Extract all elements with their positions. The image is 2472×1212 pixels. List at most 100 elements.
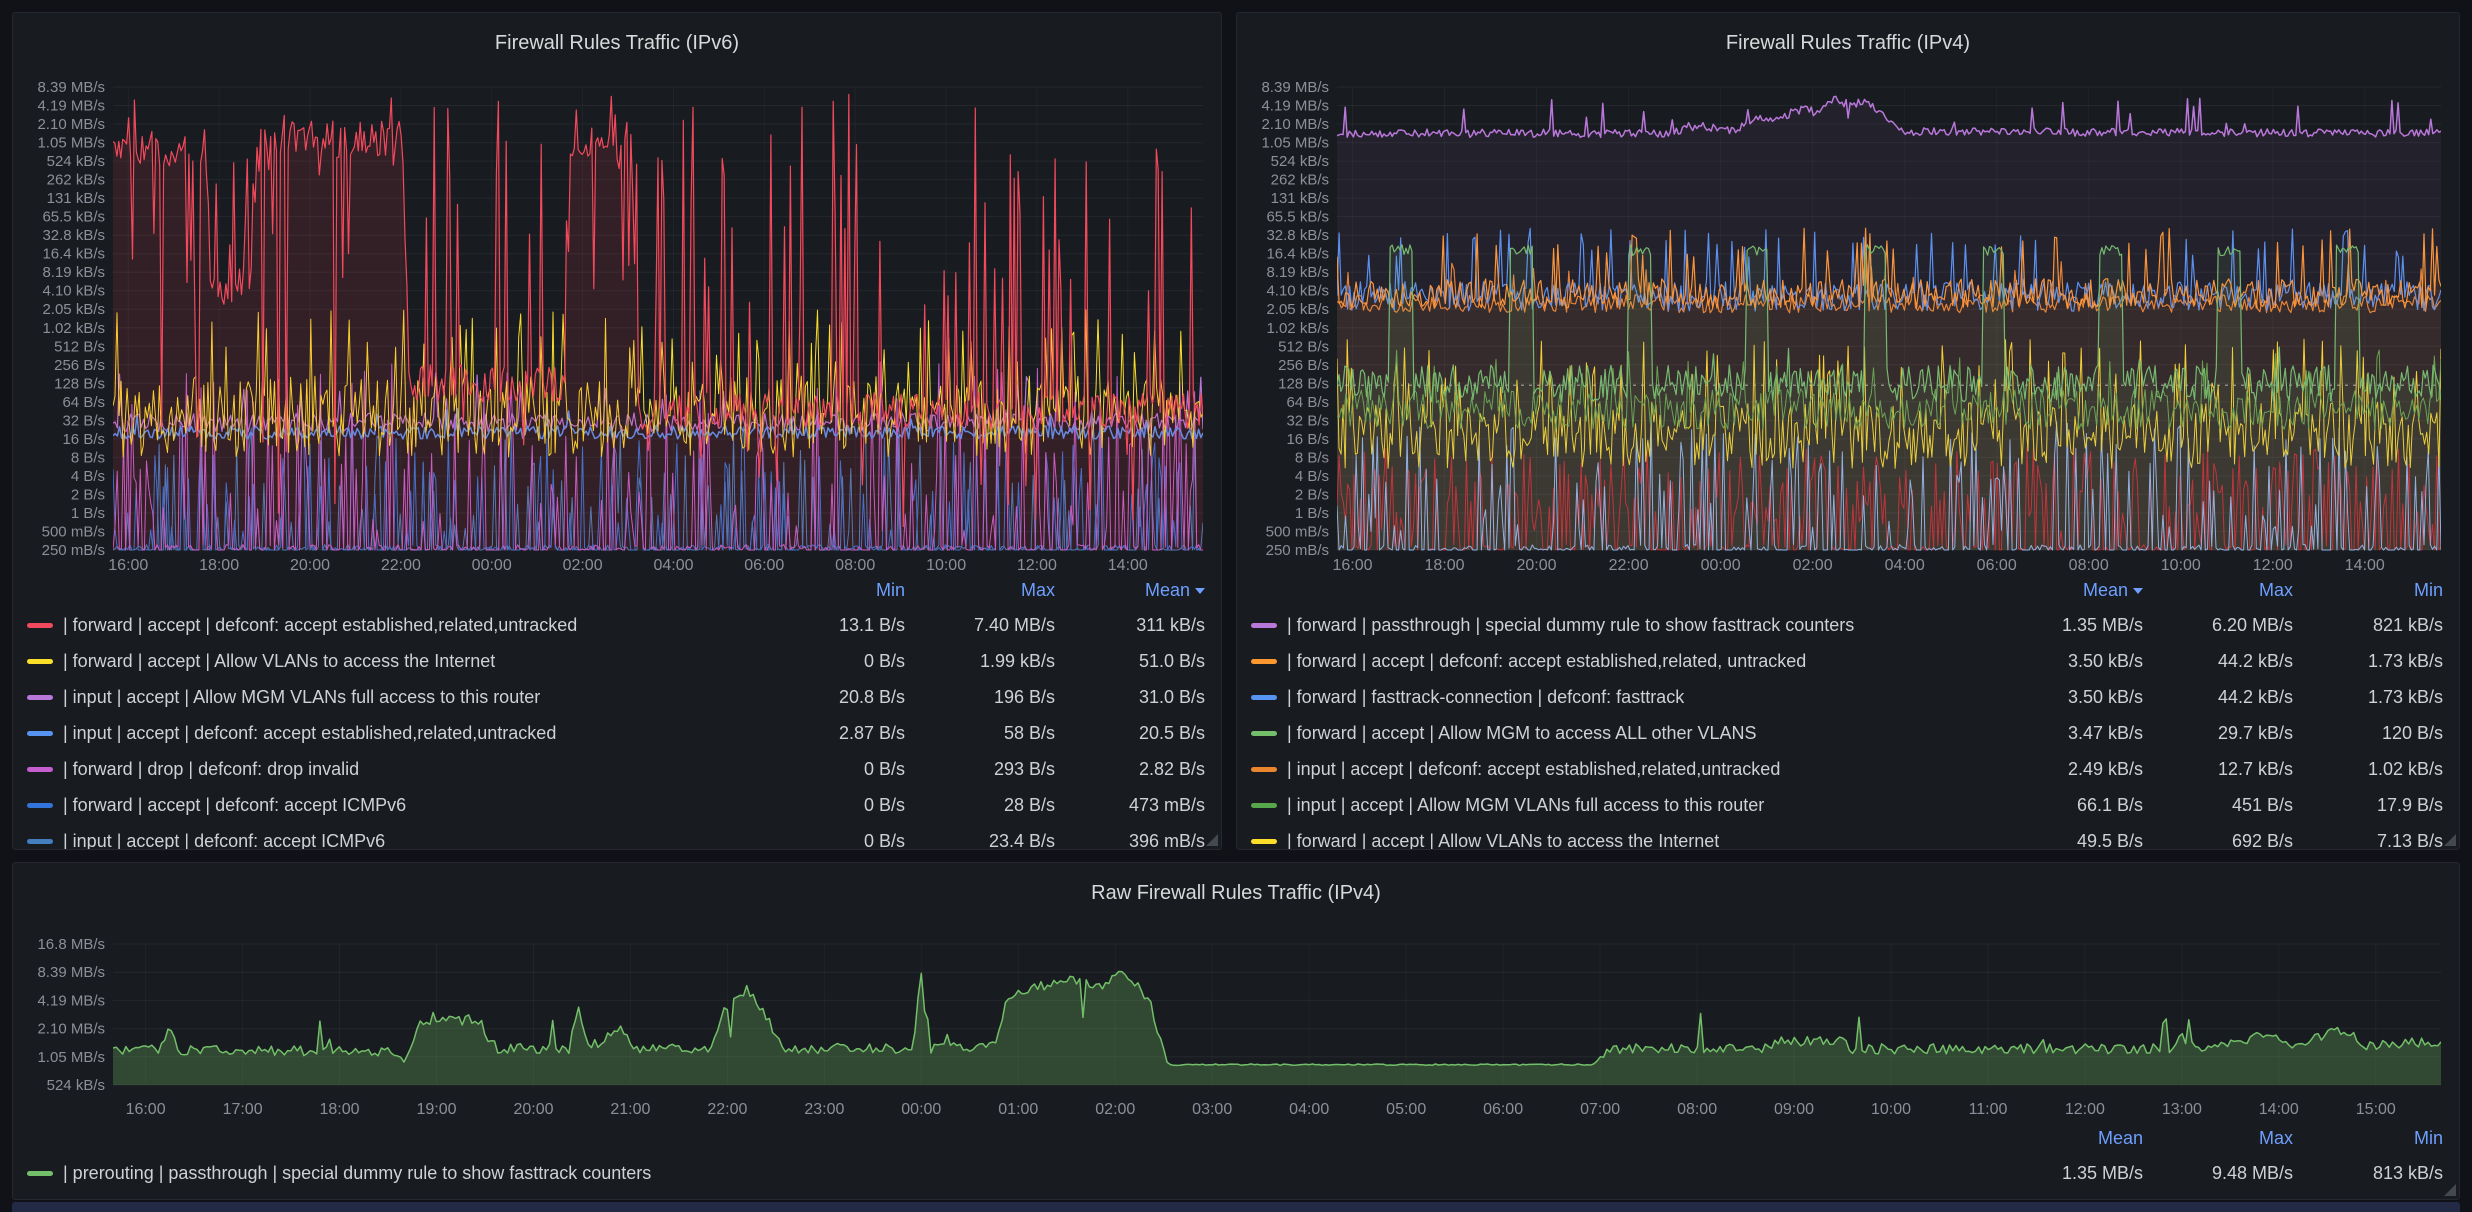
legend-row: | input | accept | defconf: accept estab… [1251, 751, 2443, 787]
panel-resize-handle[interactable] [2444, 834, 2456, 846]
panel-resize-handle[interactable] [1206, 834, 1218, 846]
series-color-swatch[interactable] [1251, 839, 1277, 844]
series-color-swatch[interactable] [27, 803, 53, 808]
series-color-swatch[interactable] [27, 623, 53, 628]
y-tick-label: 1.05 MB/s [37, 135, 105, 152]
dashboard: Firewall Rules Traffic (IPv6) 8.39 MB/s4… [0, 0, 2472, 1212]
panel-resize-handle[interactable] [2444, 1184, 2456, 1196]
series-color-swatch[interactable] [1251, 623, 1277, 628]
legend-series-label[interactable]: | forward | passthrough | special dummy … [1287, 615, 1854, 636]
time-series-chart[interactable]: 16.8 MB/s8.39 MB/s4.19 MB/s2.10 MB/s1.05… [13, 863, 2460, 1121]
legend-series-label[interactable]: | forward | accept | defconf: accept ICM… [63, 795, 406, 816]
legend-value-max: 451 B/s [2143, 795, 2293, 816]
y-tick-label: 1 B/s [1295, 505, 1329, 522]
legend-series-label[interactable]: | input | accept | defconf: accept ICMPv… [63, 831, 385, 851]
legend-value-mean: 3.50 kB/s [1993, 687, 2143, 708]
legend-value-min: 13.1 B/s [755, 615, 905, 636]
legend-series-label[interactable]: | input | accept | Allow MGM VLANs full … [63, 687, 540, 708]
series-color-swatch[interactable] [27, 731, 53, 736]
x-tick-label: 01:00 [998, 1101, 1038, 1118]
legend-series-label[interactable]: | forward | drop | defconf: drop invalid [63, 759, 359, 780]
legend: Mean Max Min | forward | passthrough | spe… [1251, 573, 2443, 850]
legend-series-label[interactable]: | forward | fasttrack-connection | defco… [1287, 687, 1684, 708]
legend-body: | forward | accept | defconf: accept est… [27, 607, 1205, 850]
series-color-swatch[interactable] [27, 1171, 53, 1176]
legend-column-max[interactable]: Max [2143, 580, 2293, 601]
legend-value-min: 0 B/s [755, 795, 905, 816]
x-tick-label: 20:00 [1516, 557, 1556, 573]
sort-desc-icon [2133, 588, 2143, 594]
time-series-chart[interactable]: 8.39 MB/s4.19 MB/s2.10 MB/s1.05 MB/s524 … [13, 13, 1222, 573]
legend-row: | forward | accept | defconf: accept est… [1251, 643, 2443, 679]
panel-ipv4: Firewall Rules Traffic (IPv4) 8.39 MB/s4… [1236, 12, 2460, 850]
x-tick-label: 18:00 [1424, 557, 1464, 573]
chart-plot[interactable] [1337, 96, 2441, 550]
legend-series-label[interactable]: | input | accept | defconf: accept estab… [1287, 759, 1780, 780]
legend-column-min[interactable]: Min [2293, 1128, 2443, 1149]
legend-column-label: Max [2259, 580, 2293, 600]
series-color-swatch[interactable] [1251, 731, 1277, 736]
legend-series-label[interactable]: | prerouting | passthrough | special dum… [63, 1163, 651, 1184]
legend-value-min: 7.13 B/s [2293, 831, 2443, 851]
y-tick-label: 16.4 kB/s [42, 246, 105, 263]
series-color-swatch[interactable] [1251, 803, 1277, 808]
y-tick-label: 1.02 kB/s [42, 320, 105, 337]
x-tick-label: 00:00 [472, 557, 512, 573]
legend-column-mean[interactable]: Mean [1055, 580, 1205, 601]
legend-series-label[interactable]: | forward | accept | Allow MGM to access… [1287, 723, 1757, 744]
series-color-swatch[interactable] [1251, 767, 1277, 772]
series-color-swatch[interactable] [27, 767, 53, 772]
legend-column-label: Max [1021, 580, 1055, 600]
legend-column-max[interactable]: Max [2143, 1128, 2293, 1149]
legend-column-min[interactable]: Min [755, 580, 905, 601]
legend-series: | input | accept | defconf: accept estab… [1251, 759, 1993, 780]
series-color-swatch[interactable] [27, 695, 53, 700]
time-series-chart[interactable]: 8.39 MB/s4.19 MB/s2.10 MB/s1.05 MB/s524 … [1237, 13, 2460, 573]
legend-series-label[interactable]: | input | accept | defconf: accept estab… [63, 723, 556, 744]
x-tick-label: 22:00 [1609, 557, 1649, 573]
series-color-swatch[interactable] [1251, 659, 1277, 664]
legend-row: | forward | accept | defconf: accept est… [27, 607, 1205, 643]
y-tick-label: 8.39 MB/s [37, 79, 105, 96]
x-tick-label: 13:00 [2162, 1101, 2202, 1118]
legend-value-min: 1.73 kB/s [2293, 687, 2443, 708]
x-tick-label: 20:00 [290, 557, 330, 573]
x-tick-label: 10:00 [2161, 557, 2201, 573]
legend-column-min[interactable]: Min [2293, 580, 2443, 601]
series-color-swatch[interactable] [27, 659, 53, 664]
legend-header: Mean Max Min [1251, 573, 2443, 607]
legend-series-label[interactable]: | forward | accept | Allow VLANs to acce… [63, 651, 495, 672]
legend-column-label: Min [2414, 580, 2443, 600]
legend-series: | input | accept | Allow MGM VLANs full … [27, 687, 755, 708]
legend-value-min: 821 kB/s [2293, 615, 2443, 636]
x-tick-label: 12:00 [2253, 557, 2293, 573]
series-color-swatch[interactable] [27, 839, 53, 844]
legend-value-min: 1.73 kB/s [2293, 651, 2443, 672]
x-tick-label: 23:00 [804, 1101, 844, 1118]
chart-plot[interactable] [113, 95, 1203, 551]
legend-value-mean: 31.0 B/s [1055, 687, 1205, 708]
legend-series-label[interactable]: | forward | accept | Allow VLANs to acce… [1287, 831, 1719, 851]
series-color-swatch[interactable] [1251, 695, 1277, 700]
legend-series-label[interactable]: | input | accept | Allow MGM VLANs full … [1287, 795, 1764, 816]
x-tick-label: 18:00 [319, 1101, 359, 1118]
legend-value-mean: 1.35 MB/s [1993, 615, 2143, 636]
legend-value-mean: 311 kB/s [1055, 615, 1205, 636]
y-tick-label: 500 mB/s [1266, 524, 1329, 541]
y-tick-label: 2 B/s [1295, 486, 1329, 503]
x-tick-label: 08:00 [2069, 557, 2109, 573]
y-tick-label: 4 B/s [1295, 468, 1329, 485]
legend-series-label[interactable]: | forward | accept | defconf: accept est… [1287, 651, 1806, 672]
legend-column-mean[interactable]: Mean [1993, 1128, 2143, 1149]
x-tick-label: 05:00 [1386, 1101, 1426, 1118]
legend-column-mean[interactable]: Mean [1993, 580, 2143, 601]
y-tick-label: 128 B/s [54, 375, 105, 392]
y-tick-label: 250 mB/s [42, 542, 105, 559]
legend-value-max: 6.20 MB/s [2143, 615, 2293, 636]
legend-column-max[interactable]: Max [905, 580, 1055, 601]
legend-value-max: 44.2 kB/s [2143, 651, 2293, 672]
y-tick-label: 64 B/s [1286, 394, 1329, 411]
legend-value-max: 1.99 kB/s [905, 651, 1055, 672]
legend-series-label[interactable]: | forward | accept | defconf: accept est… [63, 615, 577, 636]
legend-header: MeanMaxMin [27, 1121, 2443, 1155]
